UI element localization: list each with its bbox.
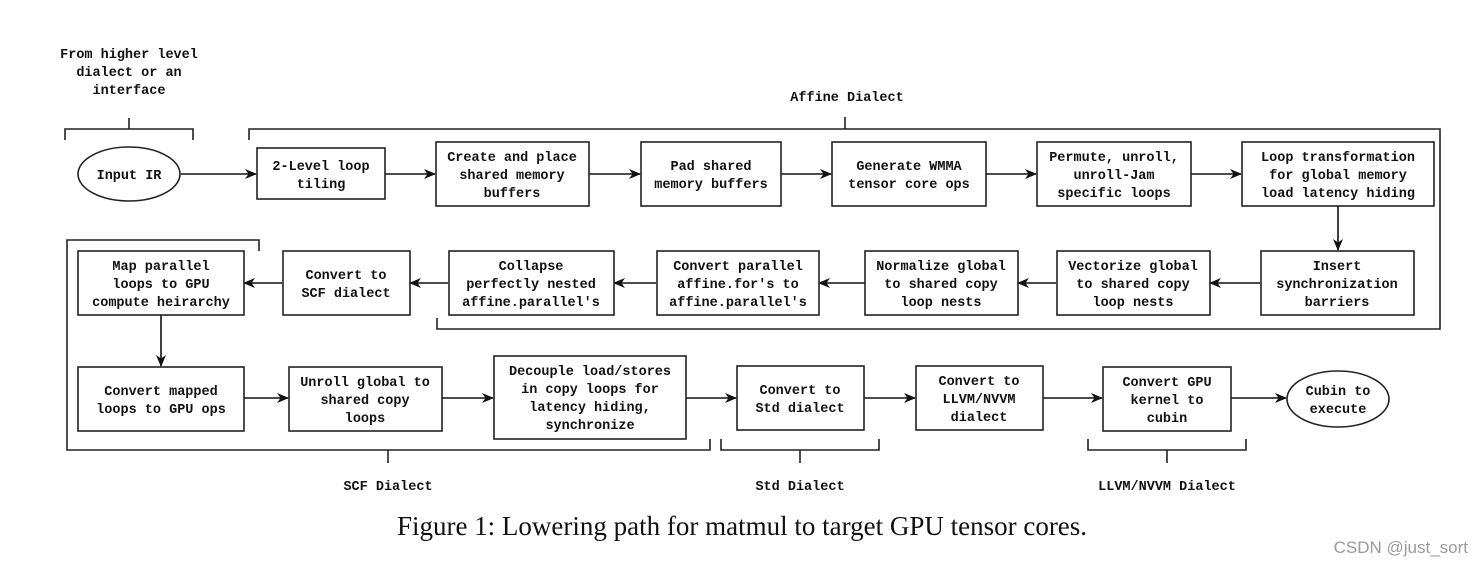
label-line: Decouple load/stores — [509, 365, 671, 380]
llvm-dialect-bracket — [1087, 439, 1247, 463]
label-line: cubin — [1147, 412, 1188, 427]
label-line: Convert GPU — [1122, 376, 1211, 391]
label-line: LLVM/NVVM Dialect — [1098, 480, 1236, 495]
label-line: loops to GPU ops — [96, 403, 226, 418]
node-sync-barriers: Insert synchronization barriers — [1260, 250, 1415, 316]
input-source-bracket — [64, 118, 194, 140]
node-create-buffers: Create and place shared memory buffers — [435, 141, 590, 207]
label-line: Loop transformation — [1261, 151, 1415, 166]
label-line: barriers — [1305, 296, 1370, 311]
label-line: affine.for's to — [677, 278, 799, 293]
label-line: Permute, unroll, — [1049, 151, 1179, 166]
label-line: loops to GPU — [112, 278, 209, 293]
label-line: SCF dialect — [301, 287, 390, 302]
node-input-ir: Input IR — [77, 146, 181, 202]
node-label: Loop transformation for global memory load… — [1261, 151, 1415, 202]
scf-dialect-label: SCF Dialect — [343, 480, 432, 495]
node-vectorize: Vectorize global to shared copy loop nests — [1056, 250, 1211, 316]
label-line: Map parallel — [112, 260, 209, 275]
label-line: Unroll global to — [300, 376, 430, 391]
node-to-std: Convert to Std dialect — [736, 365, 865, 431]
label-line: kernel to — [1131, 394, 1204, 409]
node-to-llvm: Convert to LLVM/NVVM dialect — [915, 365, 1044, 431]
watermark: CSDN @just_sort — [1333, 538, 1468, 557]
label-line: buffers — [484, 187, 541, 202]
node-map-parallel: Map parallel loops to GPU compute heirarch… — [77, 250, 245, 316]
label-line: unroll-Jam — [1073, 169, 1154, 184]
node-permute: Permute, unroll, unroll-Jam specific loops — [1036, 141, 1192, 207]
label-line: perfectly nested — [466, 278, 596, 293]
node-cubin-execute: Cubin to execute — [1286, 370, 1390, 428]
node-to-cubin: Convert GPU kernel to cubin — [1102, 366, 1232, 432]
lowering-path-diagram: From higher level dialect or an interface … — [60, 48, 1441, 495]
label-line: Normalize global — [876, 260, 1006, 275]
label-line: affine.parallel's — [669, 296, 807, 311]
figure-caption: Figure 1: Lowering path for matmul to ta… — [396, 511, 1088, 541]
label-line: Create and place — [447, 151, 577, 166]
label-line: load latency hiding — [1261, 187, 1415, 202]
std-dialect-bracket — [720, 439, 880, 463]
node-label: Input IR — [97, 169, 163, 184]
label-line: affine.parallel's — [462, 296, 600, 311]
label-line: Convert to — [938, 375, 1019, 390]
label-line: shared memory — [459, 169, 564, 184]
label-line: for global memory — [1269, 169, 1407, 184]
label-line: Input IR — [97, 169, 163, 184]
label-line: memory buffers — [654, 178, 767, 193]
label-line: Convert mapped — [104, 385, 217, 400]
label-line: Vectorize global — [1068, 260, 1198, 275]
label-line: execute — [1310, 403, 1367, 418]
label-line: Insert — [1313, 260, 1362, 275]
node-convert-parallel: Convert parallel affine.for's to affine.pa… — [656, 250, 820, 316]
node-label: Convert parallel affine.for's to affine.pa… — [669, 260, 807, 311]
label-line: Convert to — [759, 384, 840, 399]
label-line: latency hiding, — [529, 401, 651, 416]
label-line: specific loops — [1057, 187, 1170, 202]
label-line: dialect or an — [76, 66, 181, 81]
node-label: Map parallel loops to GPU compute heirarch… — [92, 260, 230, 311]
label-line: synchronize — [545, 419, 634, 434]
label-line: to shared copy — [884, 278, 997, 293]
label-line: tiling — [297, 178, 346, 193]
label-line: Collapse — [499, 260, 564, 275]
label-line: Convert parallel — [673, 260, 803, 275]
label-line: to shared copy — [1076, 278, 1189, 293]
label-line: interface — [93, 84, 166, 99]
label-line: 2-Level loop — [272, 160, 369, 175]
std-dialect-label: Std Dialect — [755, 480, 844, 495]
node-to-gpu-ops: Convert mapped loops to GPU ops — [77, 366, 245, 432]
node-label: Convert to LLVM/NVVM dialect — [938, 375, 1019, 426]
node-latency-hiding: Loop transformation for global memory load… — [1241, 141, 1435, 207]
label-line: loop nests — [1092, 296, 1173, 311]
node-pad-buffers: Pad shared memory buffers — [640, 141, 782, 207]
label-line: Cubin to — [1306, 385, 1371, 400]
label-line: Affine Dialect — [790, 91, 903, 106]
node-decouple: Decouple load/stores in copy loops for lat… — [493, 355, 687, 440]
label-line: synchronization — [1276, 278, 1398, 293]
llvm-dialect-label: LLVM/NVVM Dialect — [1098, 480, 1236, 495]
label-line: Std dialect — [755, 402, 844, 417]
affine-dialect-label: Affine Dialect — [790, 91, 903, 106]
node-collapse: Collapse perfectly nested affine.parallel'… — [448, 250, 615, 316]
label-line: Generate WMMA — [856, 160, 962, 175]
label-line: Pad shared — [670, 160, 751, 175]
label-line: loop nests — [900, 296, 981, 311]
label-line: compute heirarchy — [92, 296, 230, 311]
label-line: Std Dialect — [755, 480, 844, 495]
input-source-label: From higher level dialect or an interface — [60, 48, 198, 99]
label-line: in copy loops for — [521, 383, 659, 398]
node-normalize: Normalize global to shared copy loop nests — [864, 250, 1019, 316]
label-line: SCF Dialect — [343, 480, 432, 495]
node-wmma: Generate WMMA tensor core ops — [831, 141, 987, 207]
node-tiling: 2-Level loop tiling — [256, 147, 386, 200]
label-line: dialect — [951, 411, 1008, 426]
label-line: loops — [345, 412, 386, 427]
label-line: shared copy — [320, 394, 409, 409]
node-unroll-copy: Unroll global to shared copy loops — [288, 366, 443, 432]
node-to-scf: Convert to SCF dialect — [282, 250, 411, 316]
label-line: LLVM/NVVM — [943, 393, 1016, 408]
label-line: From higher level — [60, 48, 198, 63]
label-line: tensor core ops — [848, 178, 970, 193]
label-line: Convert to — [305, 269, 386, 284]
